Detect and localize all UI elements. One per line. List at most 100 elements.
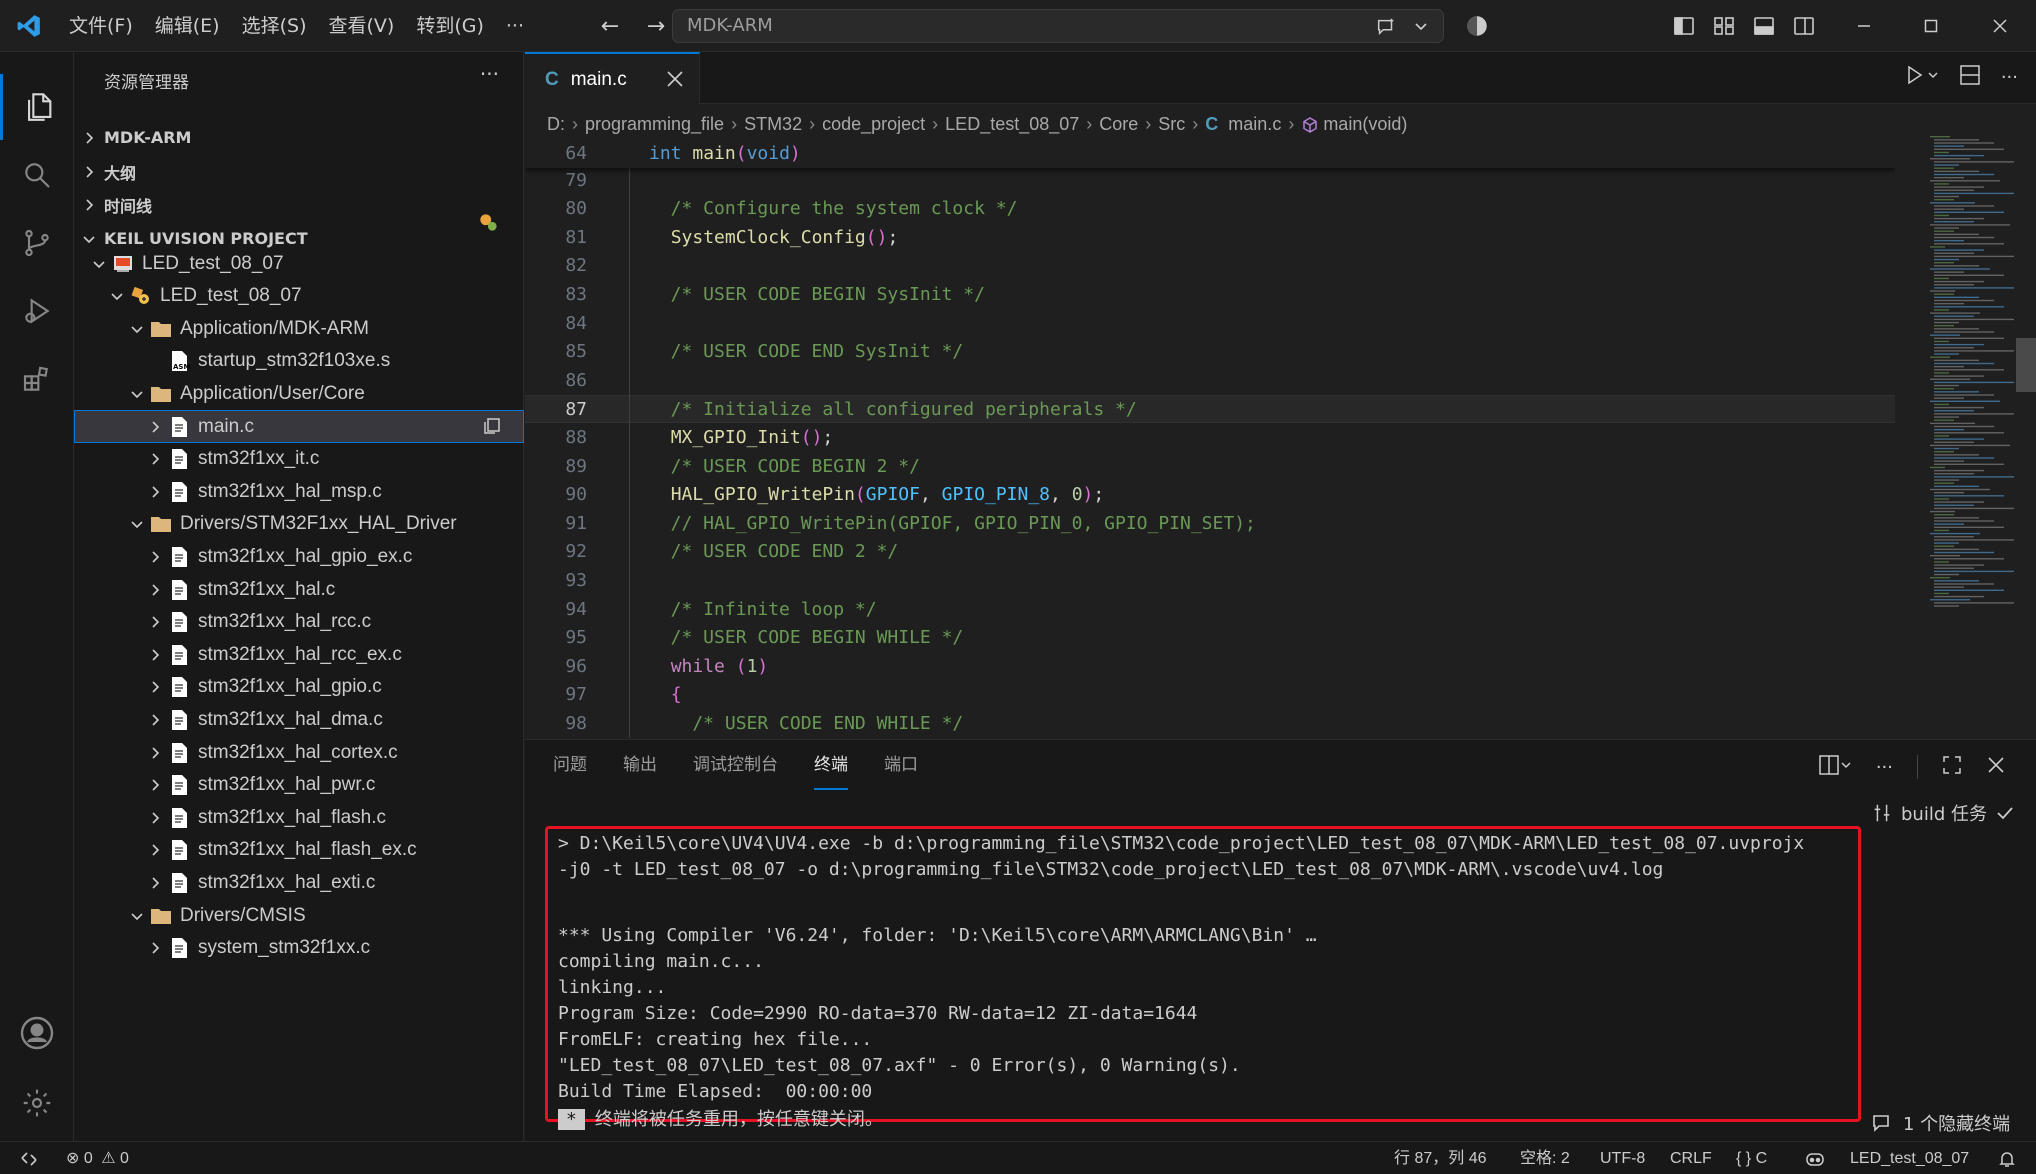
- encoding[interactable]: UTF-8: [1600, 1142, 1645, 1174]
- menu-item-3[interactable]: 查看(V): [318, 6, 406, 46]
- customize-layout-icon[interactable]: [1712, 14, 1736, 42]
- back-arrow-icon[interactable]: ←: [592, 8, 628, 44]
- tree-item-18[interactable]: stm32f1xx_hal_flash_ex.c: [74, 834, 524, 867]
- cursor-position[interactable]: 行 87，列 46: [1394, 1142, 1487, 1174]
- notifications-bell-icon[interactable]: [1998, 1142, 2016, 1174]
- minimize-icon[interactable]: [1830, 0, 1898, 52]
- keil-project-action-icon[interactable]: [476, 210, 501, 240]
- tree-item-3[interactable]: ASM startup_stm32f103xe.s: [74, 345, 524, 378]
- source-control-icon[interactable]: [0, 210, 74, 276]
- breadcrumb-item-2[interactable]: STM32: [744, 114, 802, 135]
- tree-item-5[interactable]: main.c: [74, 410, 524, 443]
- language-mode[interactable]: { } C: [1736, 1142, 1767, 1174]
- minimap[interactable]: [1928, 134, 2016, 614]
- tree-item-16[interactable]: stm32f1xx_hal_pwr.c: [74, 769, 524, 802]
- asm-icon: ASM: [166, 348, 192, 374]
- tree-item-13[interactable]: stm32f1xx_hal_gpio.c: [74, 671, 524, 704]
- panel-tab-4[interactable]: 端口: [884, 754, 918, 790]
- run-debug-icon[interactable]: [0, 278, 74, 344]
- breadcrumb-item-6[interactable]: Src: [1158, 114, 1185, 135]
- breadcrumb-item-7[interactable]: main.c: [1228, 114, 1281, 135]
- breadcrumb-item-4[interactable]: LED_test_08_07: [945, 114, 1079, 135]
- tree-item-21[interactable]: system_stm32f1xx.c: [74, 932, 524, 965]
- panel-more-icon[interactable]: ···: [1876, 757, 1893, 778]
- panel-layout-icon[interactable]: [1818, 754, 1852, 780]
- breadcrumb-item-8[interactable]: main(void): [1323, 114, 1407, 135]
- section-header-1[interactable]: 大纲: [74, 155, 524, 188]
- terminal-task-build[interactable]: build 任务: [1871, 800, 2015, 826]
- menu-item-0[interactable]: 文件(F): [58, 6, 144, 46]
- close-window-icon[interactable]: [1964, 0, 2036, 52]
- panel-tab-0[interactable]: 问题: [553, 754, 587, 790]
- tree-item-12[interactable]: stm32f1xx_hal_rcc_ex.c: [74, 638, 524, 671]
- command-center-search[interactable]: MDK-ARM: [672, 9, 1444, 43]
- tree-item-6[interactable]: stm32f1xx_it.c: [74, 443, 524, 476]
- copilot-icon[interactable]: [1804, 1142, 1826, 1174]
- vscode-logo-icon: [0, 0, 58, 52]
- menu-item-4[interactable]: 转到(G): [405, 6, 495, 46]
- toggle-panel-icon[interactable]: [1752, 14, 1776, 42]
- settings-gear-icon[interactable]: [0, 1070, 74, 1136]
- tree-item-label: stm32f1xx_hal_msp.c: [198, 480, 382, 502]
- sticky-scroll-line[interactable]: 64 int main(void): [525, 140, 1895, 168]
- tree-item-1[interactable]: LED_test_08_07: [74, 280, 524, 313]
- tree-item-15[interactable]: stm32f1xx_hal_cortex.c: [74, 736, 524, 769]
- breadcrumb-item-5[interactable]: Core: [1099, 114, 1138, 135]
- toggle-primary-sidebar-icon[interactable]: [1672, 14, 1696, 42]
- breadcrumb-item-0[interactable]: D:: [547, 114, 565, 135]
- section-header-0[interactable]: MDK-ARM: [74, 121, 524, 154]
- tree-item-14[interactable]: stm32f1xx_hal_dma.c: [74, 703, 524, 736]
- panel-tab-2[interactable]: 调试控制台: [693, 754, 778, 790]
- menu-item-5[interactable]: ···: [495, 6, 535, 46]
- menu-item-1[interactable]: 编辑(E): [144, 6, 231, 46]
- remote-indicator-icon[interactable]: [20, 1142, 38, 1174]
- tree-item-7[interactable]: stm32f1xx_hal_msp.c: [74, 475, 524, 508]
- end-of-line[interactable]: CRLF: [1670, 1142, 1712, 1174]
- maximize-panel-icon[interactable]: [1942, 755, 1962, 779]
- tree-item-17[interactable]: stm32f1xx_hal_flash.c: [74, 801, 524, 834]
- accounts-shield-icon[interactable]: [1464, 13, 1490, 43]
- more-actions-icon[interactable]: ···: [480, 62, 499, 86]
- tree-item-20[interactable]: Drivers/CMSIS: [74, 899, 524, 932]
- section-label: 时间线: [104, 196, 153, 216]
- editor-scrollbar-thumb[interactable]: [2016, 338, 2036, 392]
- editor-more-icon[interactable]: ···: [2001, 67, 2018, 88]
- panel-tab-1[interactable]: 输出: [623, 754, 657, 790]
- tree-item-label: stm32f1xx_hal_gpio_ex.c: [198, 545, 413, 567]
- open-file-action-icon[interactable]: [482, 416, 502, 441]
- indentation[interactable]: 空格: 2: [1520, 1142, 1570, 1174]
- tree-item-10[interactable]: stm32f1xx_hal.c: [74, 573, 524, 606]
- close-tab-icon[interactable]: [665, 69, 685, 93]
- tab-main-c[interactable]: C main.c: [525, 52, 700, 105]
- tree-item-0[interactable]: LED_test_08_07: [74, 247, 524, 280]
- search-icon[interactable]: [0, 142, 74, 208]
- run-debug-dropdown-icon[interactable]: [1905, 64, 1939, 90]
- tree-item-4[interactable]: Application/User/Core: [74, 377, 524, 410]
- keil-target[interactable]: LED_test_08_07: [1850, 1142, 1969, 1174]
- terminal-output-highlight[interactable]: > D:\Keil5\core\UV4\UV4.exe -b d:\progra…: [545, 826, 1861, 1130]
- tree-item-19[interactable]: stm32f1xx_hal_exti.c: [74, 866, 524, 899]
- tree-item-9[interactable]: stm32f1xx_hal_gpio_ex.c: [74, 540, 524, 573]
- panel-tab-3[interactable]: 终端: [814, 754, 848, 790]
- file-icon: [166, 837, 192, 863]
- maximize-icon[interactable]: [1898, 0, 1964, 52]
- toggle-secondary-sidebar-icon[interactable]: [1792, 14, 1816, 42]
- menu-item-2[interactable]: 选择(S): [231, 6, 318, 46]
- extensions-icon[interactable]: [0, 346, 74, 412]
- close-panel-icon[interactable]: [1986, 755, 2006, 779]
- problems-indicator[interactable]: ⊗ 0 ⚠ 0: [66, 1142, 129, 1174]
- tree-item-8[interactable]: Drivers/STM32F1xx_HAL_Driver: [74, 508, 524, 541]
- explorer-files-icon[interactable]: [0, 74, 74, 140]
- chevron-down-icon[interactable]: [1413, 18, 1429, 38]
- hidden-terminals-indicator[interactable]: 1 个隐藏终端: [1871, 1110, 2010, 1136]
- tree-item-2[interactable]: Application/MDK-ARM: [74, 312, 524, 345]
- breadcrumb-item-1[interactable]: programming_file: [585, 114, 724, 135]
- accounts-icon[interactable]: [0, 1000, 74, 1066]
- section-header-2[interactable]: 时间线: [74, 188, 524, 221]
- split-editor-icon[interactable]: [1959, 64, 1981, 90]
- code-view[interactable]: 78 /* USER CODE END Init */7980 /* Confi…: [525, 140, 1895, 738]
- tree-item-11[interactable]: stm32f1xx_hal_rcc.c: [74, 606, 524, 639]
- breadcrumb-item-3[interactable]: code_project: [822, 114, 925, 135]
- forward-arrow-icon[interactable]: →: [638, 8, 674, 44]
- copilot-chat-icon[interactable]: [1375, 16, 1397, 42]
